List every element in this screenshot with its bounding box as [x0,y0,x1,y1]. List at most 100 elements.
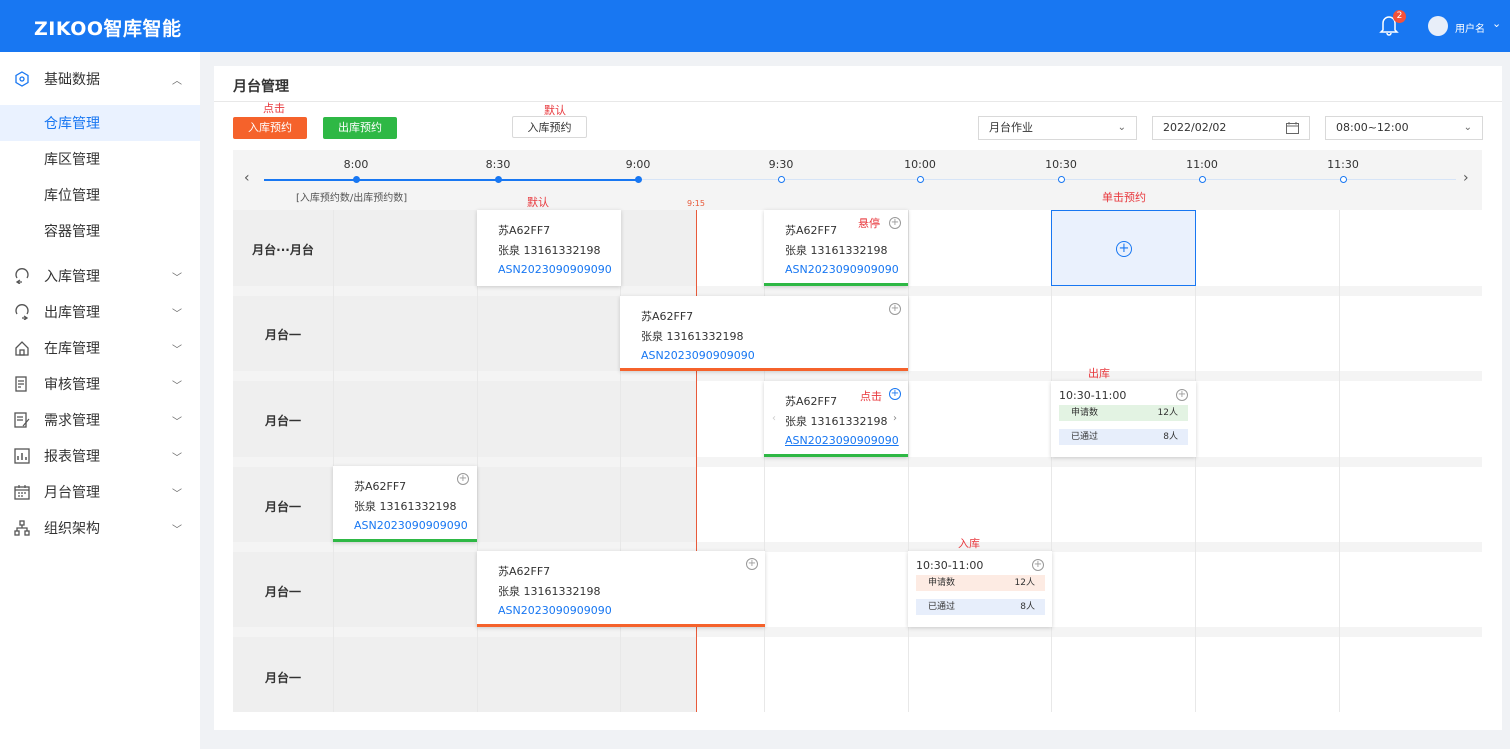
annotation-default: 默认 [527,196,549,209]
sidebar-group-org[interactable]: 组织架构 ﹀ [0,510,200,546]
timeline-dot[interactable] [1340,176,1347,183]
sidebar-group-label: 基础数据 [44,72,100,88]
dock-row-label: 月台一 [264,671,301,685]
asn-link[interactable]: ASN2023090909090 [354,519,468,532]
sidebar-group-basic-data[interactable]: 基础数据 ︿ [0,61,200,97]
current-time-label: 9:15 [687,199,705,208]
timeline-dot[interactable] [1199,176,1206,183]
inbound-icon [15,268,29,284]
time-range-select[interactable]: 08:00~12:00 ⌄ [1325,116,1483,140]
sidebar-group-report[interactable]: 报表管理 ﹀ [0,438,200,474]
task-select[interactable]: 月台作业 ⌄ [978,116,1137,140]
sidebar-group-inbound[interactable]: 入库管理 ﹀ [0,258,200,294]
sidebar-group-demand[interactable]: 需求管理 ﹀ [0,402,200,438]
current-time-line [696,210,697,712]
chevron-right-icon[interactable]: › [893,413,897,424]
chevron-down-icon: ﹀ [172,452,182,464]
asn-link[interactable]: ASN2023090909090 [785,263,899,276]
chevron-down-icon: ⌄ [1463,122,1472,133]
booking-card[interactable]: 苏A62FF7 张泉 13161332198 ASN2023090909090 … [333,466,477,542]
tick-label: 9:30 [768,158,794,171]
chevron-down-icon: ﹀ [172,272,182,284]
chevron-down-icon: ﹀ [172,488,182,500]
username[interactable]: 用户名 [1455,20,1485,35]
outbound-booking-button[interactable]: 出库预约 [323,117,397,139]
chevron-right-icon[interactable]: › [1463,170,1469,186]
sidebar-item-location[interactable]: 库位管理 [0,177,200,213]
plus-circle-icon[interactable]: + [889,217,901,229]
timeline-dot[interactable] [1058,176,1065,183]
timeline-dot[interactable] [495,176,502,183]
timeline-dot[interactable] [635,176,642,183]
chevron-up-icon: ︿ [172,75,182,87]
outbound-icon [15,304,29,320]
date-picker[interactable]: 2022/02/02 [1152,116,1310,140]
plus-circle-icon[interactable]: + [1176,389,1188,401]
edit-list-icon [14,412,30,428]
annotation-inbound: 入库 [958,537,980,550]
top-bar [0,0,1510,52]
chevron-left-icon[interactable]: ‹ [772,413,776,424]
booking-card[interactable]: 苏A62FF7 张泉 13161332198 ASN2023090909090 … [620,296,908,371]
org-chart-icon [14,520,30,536]
tick-label: 11:30 [1327,158,1359,171]
status-bar [477,624,765,627]
chevron-down-icon: ﹀ [172,344,182,356]
booking-card[interactable]: 苏A62FF7 张泉 13161332198 ASN2023090909090 … [477,551,765,627]
chevron-down-icon[interactable]: ⌄ [1492,17,1501,30]
plus-circle-icon[interactable]: + [746,558,758,570]
asn-link[interactable]: ASN2023090909090 [498,604,612,617]
outbound-summary-card[interactable]: 10:30-11:00 + 申请数 12人 已通过 8人 [1051,381,1196,457]
annotation-outbound: 出库 [1088,367,1110,380]
booking-card[interactable]: 苏A62FF7 张泉 13161332198 ASN2023090909090 [477,210,621,286]
asn-link[interactable]: ASN2023090909090 [498,263,612,276]
cube-icon [15,71,29,87]
passed-chip: 已通过 8人 [1059,429,1188,445]
plus-circle-icon[interactable]: + [1032,559,1044,571]
sidebar-group-audit[interactable]: 审核管理 ﹀ [0,366,200,402]
inbound-booking-button[interactable]: 入库预约 [233,117,307,139]
plus-circle-icon[interactable]: + [889,303,901,315]
chevron-down-icon: ﹀ [172,416,182,428]
annotation-hover: 悬停 [858,217,880,230]
brand-logo[interactable]: ZIKOO智库智能 [34,14,182,41]
timeline-dot[interactable] [353,176,360,183]
divider [214,101,1502,102]
grid-line [908,210,909,712]
asn-link[interactable]: ASN2023090909090 [785,434,899,447]
status-bar [620,368,908,371]
sidebar-group-outbound[interactable]: 出库管理 ﹀ [0,294,200,330]
dock-row-label: 月台一 [264,585,301,599]
default-inbound-booking-button[interactable]: 入库预约 [512,116,587,138]
plus-circle-icon[interactable]: + [889,388,901,400]
page-title: 月台管理 [233,79,289,95]
chevron-down-icon: ﹀ [172,524,182,536]
sidebar-item-zone[interactable]: 库区管理 [0,141,200,177]
inbound-summary-card[interactable]: 10:30-11:00 + 申请数 12人 已通过 8人 [908,551,1052,627]
empty-booking-slot[interactable]: + [1051,210,1196,286]
sidebar-group-stock[interactable]: 在库管理 ﹀ [0,330,200,366]
dock-row-label: 月台一 [264,328,301,342]
status-bar [333,539,477,542]
booking-card[interactable]: 苏A62FF7 张泉 13161332198 ASN2023090909090 … [764,210,908,286]
plus-circle-icon[interactable]: + [457,473,469,485]
chevron-left-icon[interactable]: ‹ [244,170,250,186]
home-icon [15,341,29,356]
timeline-dot[interactable] [917,176,924,183]
timeline-dot[interactable] [778,176,785,183]
calendar-icon [1286,122,1299,134]
booking-card[interactable]: 苏A62FF7 张泉 13161332198 ASN2023090909090 … [764,381,908,457]
dock-row-label: 月台一 [264,414,301,428]
applied-chip: 申请数 12人 [916,575,1045,591]
chevron-down-icon: ﹀ [172,380,182,392]
sidebar-item-container[interactable]: 容器管理 [0,213,200,249]
dock-row-label: 月台一 [264,500,301,514]
sidebar-group-dock[interactable]: 月台管理 ﹀ [0,474,200,510]
plus-circle-icon[interactable]: + [1116,241,1132,257]
status-bar [764,454,908,457]
asn-link[interactable]: ASN2023090909090 [641,349,755,362]
sidebar-item-warehouse[interactable]: 仓库管理 [0,105,200,141]
dock-row-label: 月台···月台 [252,243,314,257]
avatar[interactable] [1428,16,1448,36]
tick-label: 9:00 [625,158,651,171]
